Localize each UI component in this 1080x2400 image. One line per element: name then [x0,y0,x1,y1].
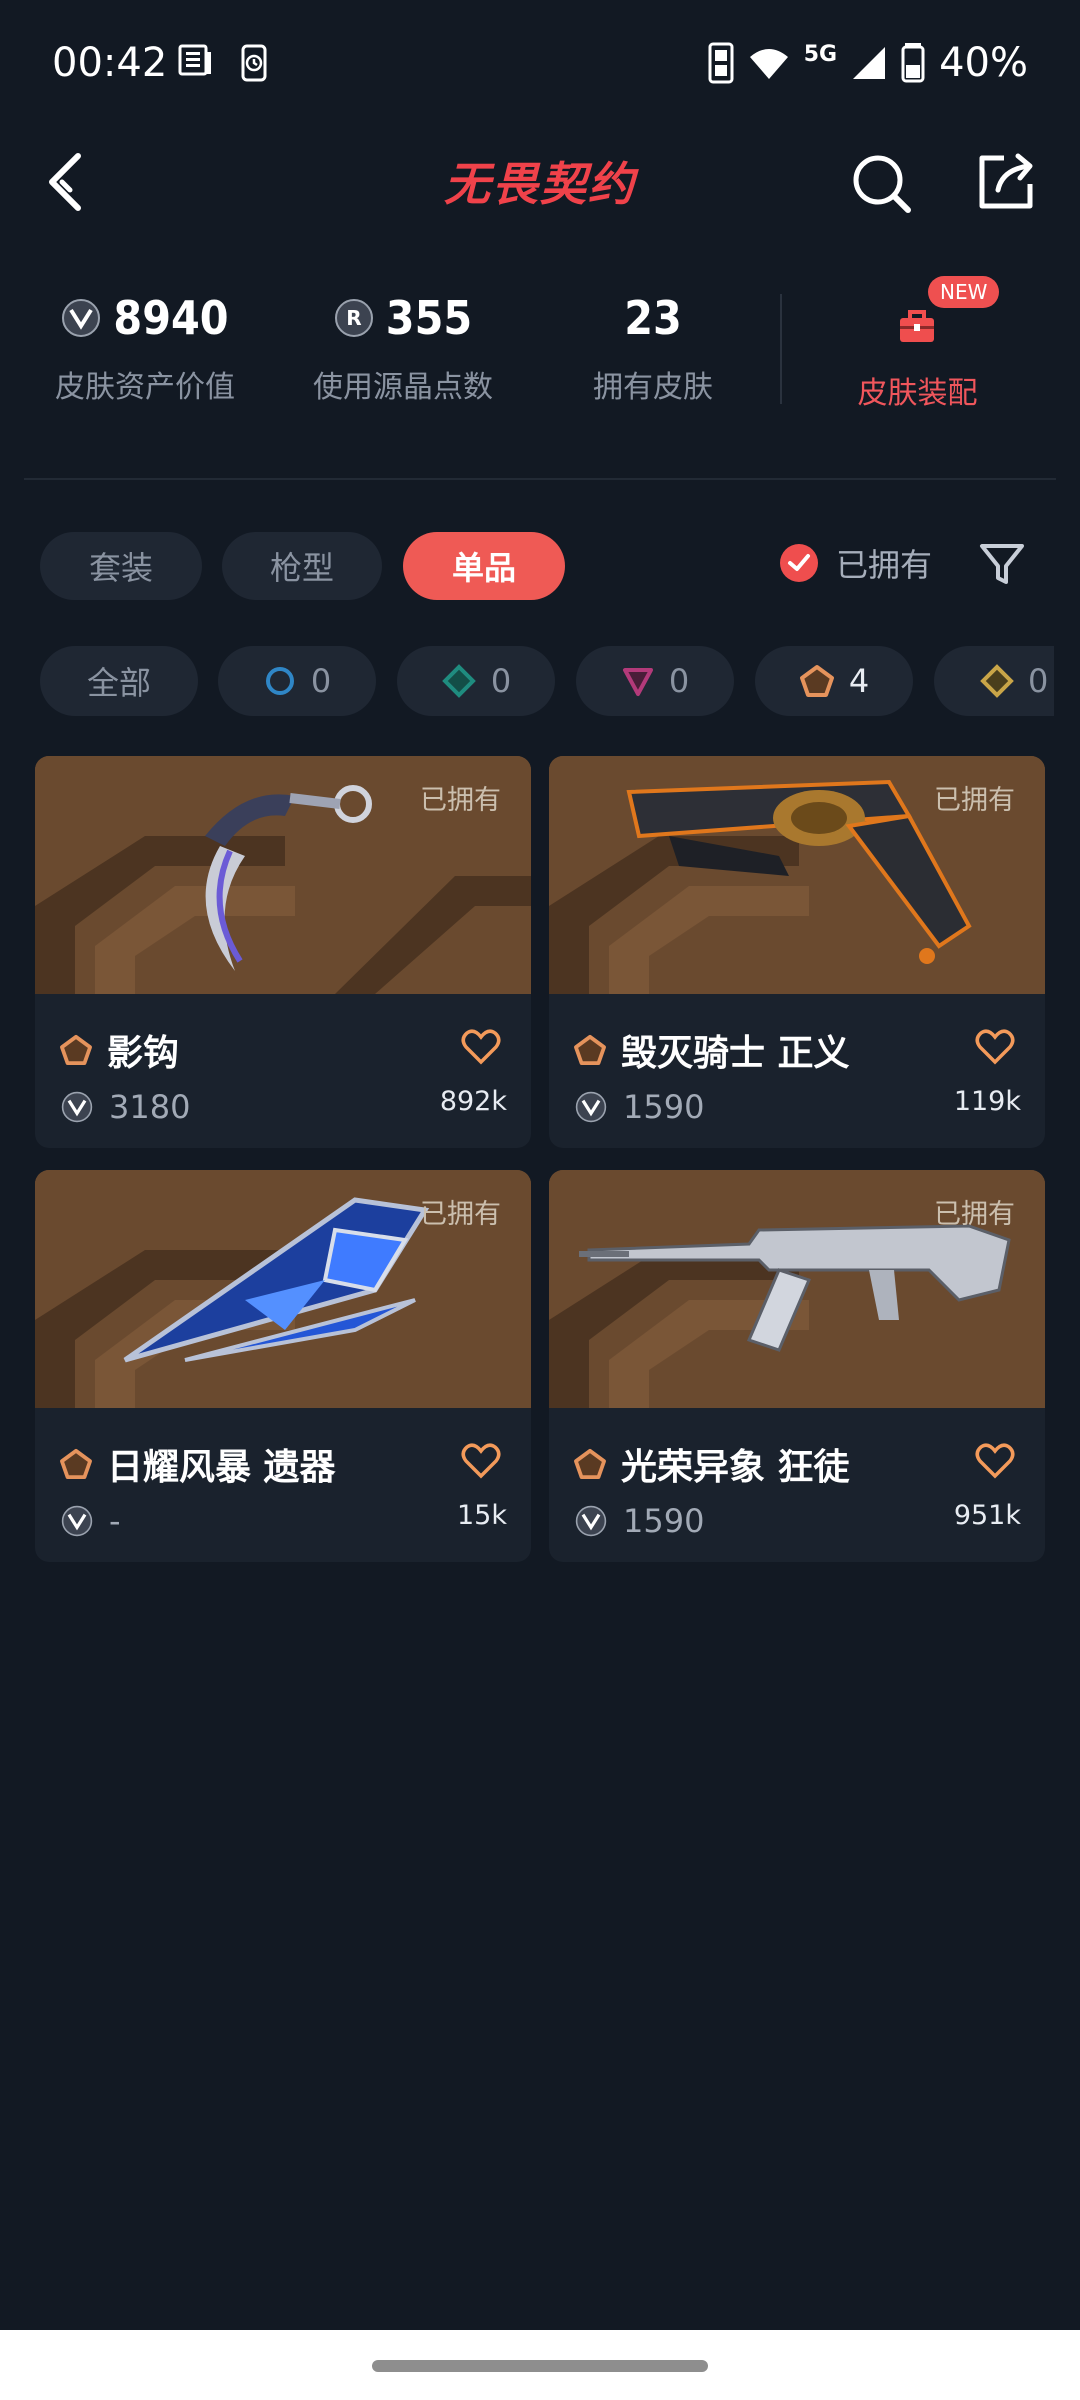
tab-single-items[interactable]: 单品 [403,532,565,600]
stat-label: 使用源晶点数 [313,370,493,405]
vp-icon [575,1505,607,1537]
battery-icon [901,43,925,83]
skin-card[interactable]: 已拥有 光荣异象 狂徒 1590 951k [549,1170,1045,1562]
owned-filter-toggle[interactable]: 已拥有 [780,540,932,586]
share-icon[interactable] [974,150,1038,214]
select-tier-icon [265,667,294,695]
skin-name: 日耀风暴 遗器 [107,1447,336,1488]
phone-sync-icon [241,44,267,82]
skin-image: 已拥有 [35,756,531,994]
briefcase-icon [900,310,934,342]
stats-panel: 8940 皮肤资产价值 R 355 使用源晶点数 23 拥有皮肤 NEW 皮肤装… [0,268,1080,428]
vp-icon [61,1505,93,1537]
tier-chip-all[interactable]: 全部 [40,646,198,716]
battery-percent: 40% [939,40,1028,86]
tier-chip-select[interactable]: 0 [218,646,376,716]
tab-weapon-type[interactable]: 枪型 [222,532,382,600]
owned-label: 已拥有 [420,1199,501,1230]
stat-label: 拥有皮肤 [593,370,713,405]
owned-label: 已拥有 [934,1199,1015,1230]
status-bar: 00:42 5G 40% [0,0,1080,124]
like-count: 951k [953,1500,1021,1531]
stats-divider [780,294,782,404]
skin-name: 光荣异象 狂徒 [621,1447,850,1488]
stat-value: 23 [624,291,682,345]
skin-image: 已拥有 [35,1170,531,1408]
radianite-icon: R [334,299,373,337]
app-header: 无畏契约 [0,124,1080,240]
owned-label: 已拥有 [420,785,501,816]
heart-icon[interactable] [975,1442,1015,1480]
tier-count: 0 [668,662,690,700]
skin-equip-button[interactable]: NEW 皮肤装配 [800,276,1035,412]
page-title: 无畏契约 [444,157,636,211]
stat-value: 355 [385,291,473,345]
system-nav-bar [0,2330,1080,2400]
owned-filter-label: 已拥有 [836,546,933,584]
tab-bundles[interactable]: 套装 [40,532,202,600]
exclusive-tier-icon [60,1034,92,1066]
ultra-tier-icon [980,664,1014,698]
skin-image: 已拥有 [549,756,1045,994]
exclusive-tier-icon [574,1448,606,1480]
skin-card[interactable]: 已拥有 日耀风暴 遗器 - 15k [35,1170,531,1562]
tier-count: 0 [490,662,512,700]
tier-chip-premium[interactable]: 0 [576,646,734,716]
stat-value: 8940 [113,291,229,345]
search-icon[interactable] [850,152,914,216]
exclusive-tier-icon [799,665,834,697]
exclusive-tier-icon [574,1034,606,1066]
heart-icon[interactable] [975,1028,1015,1066]
check-icon [780,544,818,582]
stat-label: 皮肤资产价值 [55,370,235,405]
skin-price: 1590 [623,1502,705,1540]
section-divider [24,478,1056,480]
data-indicator-icon [708,42,734,84]
tier-chip-deluxe[interactable]: 0 [397,646,555,716]
stat-radianite: R 355 使用源晶点数 [288,288,518,406]
filter-icon[interactable] [978,540,1026,588]
skin-name: 毁灭骑士 正义 [621,1033,850,1074]
home-gesture-handle[interactable] [372,2360,708,2372]
deluxe-tier-icon [441,664,476,698]
like-count: 119k [953,1086,1021,1117]
stat-skin-value: 8940 皮肤资产价值 [30,288,260,406]
tier-count: 0 [1028,662,1049,700]
tier-chip-exclusive[interactable]: 4 [755,646,913,716]
svg-text:R: R [346,306,361,330]
skin-name: 影钩 [107,1033,180,1074]
vp-icon [61,1091,93,1123]
exclusive-tier-icon [60,1448,92,1480]
stat-owned-skins: 23 拥有皮肤 [538,288,768,406]
vp-icon [62,299,101,337]
like-count: 892k [439,1086,507,1117]
network-type: 5G [803,41,838,67]
skin-price: 1590 [623,1088,705,1126]
owned-label: 已拥有 [934,785,1015,816]
wifi-icon [749,49,788,79]
skin-price: 3180 [109,1088,191,1126]
status-right: 5G 40% [708,40,1028,86]
tier-count: 4 [848,662,870,700]
vp-icon [575,1091,607,1123]
like-count: 15k [457,1500,507,1531]
heart-icon[interactable] [461,1442,501,1480]
status-time: 00:42 [52,40,168,86]
signal-icon [853,47,886,79]
equip-label: 皮肤装配 [857,376,978,411]
skin-card[interactable]: 已拥有 毁灭骑士 正义 1590 119k [549,756,1045,1148]
skin-card[interactable]: 已拥有 影钩 3180 892k [35,756,531,1148]
tier-chip-ultra[interactable]: 0 [934,646,1054,716]
new-badge: NEW [928,276,1000,308]
tier-count: 0 [310,662,332,700]
premium-tier-icon [622,668,653,696]
notification-news-icon [178,44,211,76]
skin-price: - [109,1502,121,1540]
heart-icon[interactable] [461,1028,501,1066]
skin-image: 已拥有 [549,1170,1045,1408]
